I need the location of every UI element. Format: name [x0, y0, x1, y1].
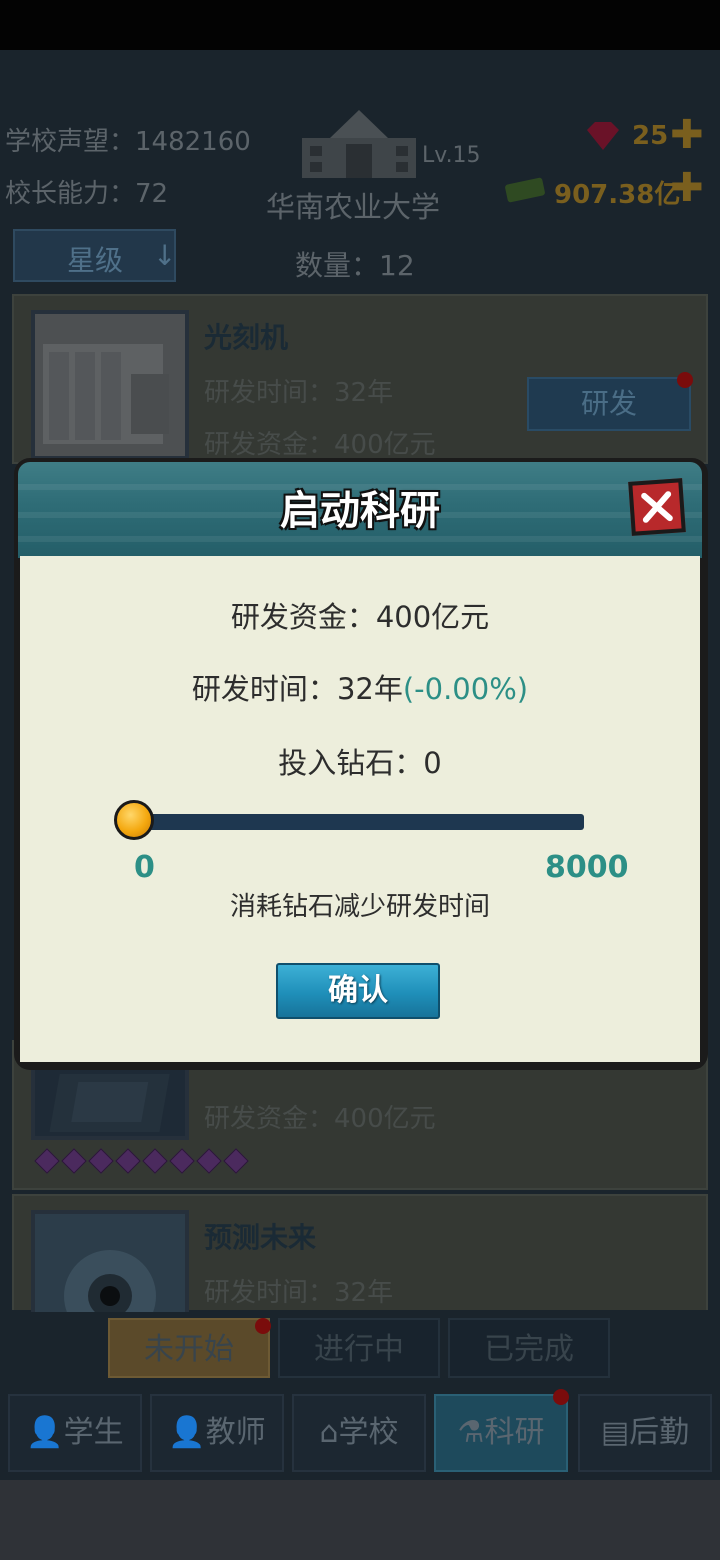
system-navigation-bar: [0, 1480, 720, 1560]
project-name: 预测未来: [204, 1221, 317, 1254]
slider-hint: 消耗钻石减少研发时间: [229, 892, 490, 922]
sort-star-button[interactable]: 星级 ↓: [13, 229, 176, 282]
confirm-button[interactable]: 确认: [276, 963, 440, 1019]
project-count: 数量：12: [295, 249, 415, 282]
add-money-button[interactable]: ✚: [670, 168, 704, 208]
school-icon: ⌂: [319, 1415, 339, 1450]
eye-image: [31, 1210, 189, 1342]
nav-students[interactable]: 👤学生: [8, 1394, 142, 1472]
lithography-machine-image: [31, 310, 189, 460]
tab-completed[interactable]: 已完成: [448, 1318, 610, 1378]
project-time: 研发时间：32年: [204, 1278, 394, 1308]
gem-count: 25: [632, 121, 669, 151]
diamond-slider-track[interactable]: [135, 814, 584, 830]
sort-label: 星级: [67, 244, 124, 277]
nav-research[interactable]: ⚗科研: [434, 1394, 568, 1472]
project-funds: 研发资金：400亿元: [204, 430, 436, 460]
nav-logistics[interactable]: ▤后勤: [578, 1394, 712, 1472]
slider-min-label: 0: [134, 850, 155, 885]
flask-icon: ⚗: [457, 1415, 485, 1450]
add-gems-button[interactable]: ✚: [670, 115, 704, 155]
project-time: 研发时间：32年: [204, 378, 394, 408]
research-button[interactable]: 研发: [527, 377, 691, 431]
funds-line: 研发资金：400亿元: [230, 600, 490, 634]
school-level: Lv.15: [422, 143, 481, 168]
project-name: 光刻机: [204, 321, 289, 354]
star-rating: [34, 1148, 254, 1174]
close-button[interactable]: [628, 478, 686, 536]
diamond-line: 投入钻石：0: [278, 746, 442, 780]
money-icon: [502, 173, 548, 209]
dialog-title: 启动科研: [280, 488, 440, 534]
notification-dot: [553, 1389, 569, 1405]
school-name: 华南农业大学: [266, 190, 441, 224]
gem-icon: [583, 120, 623, 156]
tab-in-progress[interactable]: 进行中: [278, 1318, 440, 1378]
nav-teachers[interactable]: 👤教师: [150, 1394, 284, 1472]
project-card: 预测未来 研发时间：32年: [12, 1194, 708, 1342]
arrow-down-icon: ↓: [153, 239, 177, 272]
student-icon: 👤: [26, 1415, 64, 1450]
notification-dot: [677, 372, 693, 388]
slider-max-label: 8000: [545, 850, 629, 885]
project-funds: 研发资金：400亿元: [204, 1104, 436, 1134]
teacher-icon: 👤: [168, 1415, 206, 1450]
nav-school[interactable]: ⌂学校: [292, 1394, 426, 1472]
notification-dot: [255, 1318, 271, 1334]
school-prestige: 学校声望：1482160: [5, 127, 251, 157]
school-building-icon[interactable]: [300, 108, 418, 184]
money-amount: 907.38亿: [554, 180, 681, 210]
status-bar: [0, 0, 720, 50]
tab-not-started[interactable]: 未开始: [108, 1318, 270, 1378]
clipboard-icon: ▤: [600, 1415, 630, 1450]
time-reduction: (-0.00%): [402, 672, 529, 706]
time-line: 研发时间：32年(-0.00%): [191, 672, 529, 706]
diamond-slider-handle[interactable]: [114, 800, 154, 840]
project-card: 光刻机 研发时间：32年 研发资金：400亿元 研发: [12, 294, 708, 464]
close-icon: [641, 491, 673, 523]
principal-ability: 校长能力：72: [5, 179, 169, 209]
